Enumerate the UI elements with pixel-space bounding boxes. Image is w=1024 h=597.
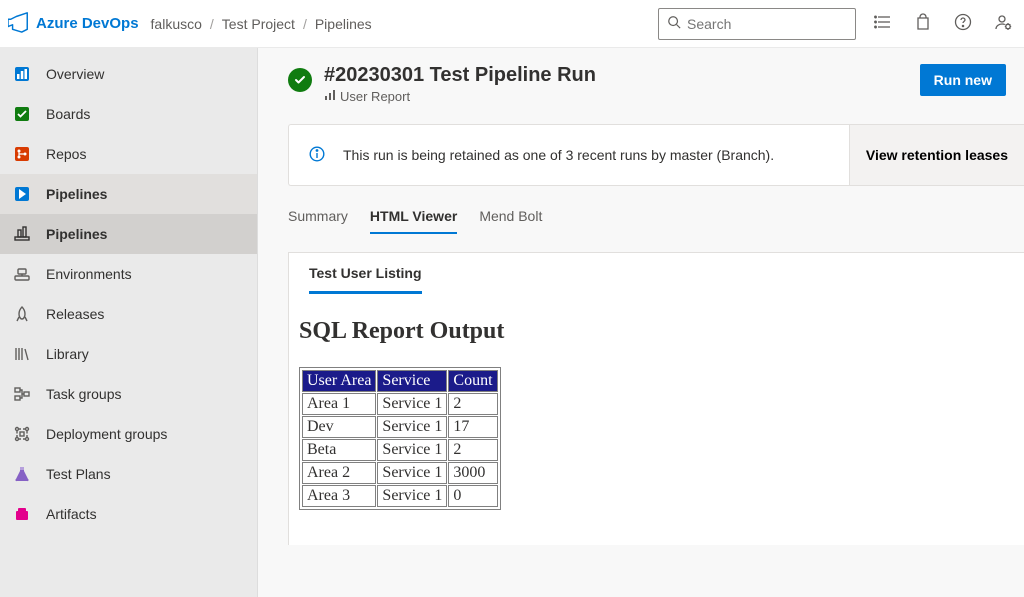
sidebar-item-label: Pipelines <box>46 226 107 242</box>
sql-report-table: User Area Service Count Area 1 Service 1… <box>299 367 501 510</box>
task-groups-icon <box>12 384 32 404</box>
sidebar-item-pipelines-sub[interactable]: Pipelines <box>0 214 257 254</box>
content-area: #20230301 Test Pipeline Run User Report … <box>258 48 1024 597</box>
sidebar-item-library[interactable]: Library <box>0 334 257 374</box>
tab-html-viewer[interactable]: HTML Viewer <box>370 208 457 234</box>
artifacts-icon <box>12 504 32 524</box>
help-icon[interactable] <box>954 13 972 34</box>
sidebar-item-environments[interactable]: Environments <box>0 254 257 294</box>
status-success-icon <box>288 68 312 92</box>
info-text: This run is being retained as one of 3 r… <box>343 147 849 163</box>
sidebar-item-task-groups[interactable]: Task groups <box>0 374 257 414</box>
view-retention-leases-button[interactable]: View retention leases <box>849 125 1024 185</box>
report-title: SQL Report Output <box>299 318 1014 345</box>
sidebar-item-artifacts[interactable]: Artifacts <box>0 494 257 534</box>
top-bar: Azure DevOps falkusco / Test Project / P… <box>0 0 1024 48</box>
sidebar-item-label: Environments <box>46 266 132 282</box>
table-row: Area 3 Service 1 0 <box>302 485 498 507</box>
info-icon <box>309 146 325 165</box>
test-plans-icon <box>12 464 32 484</box>
search-input[interactable] <box>687 16 847 32</box>
releases-icon <box>12 304 32 324</box>
tab-summary[interactable]: Summary <box>288 208 348 234</box>
breadcrumb-sep-icon: / <box>210 16 214 32</box>
sidebar-item-label: Pipelines <box>46 186 107 202</box>
run-new-button[interactable]: Run new <box>920 64 1006 96</box>
tab-mend-bolt[interactable]: Mend Bolt <box>479 208 542 234</box>
report-icon <box>324 89 336 104</box>
run-subtitle: User Report <box>324 89 596 104</box>
sidebar-item-releases[interactable]: Releases <box>0 294 257 334</box>
azure-devops-logo-icon[interactable] <box>8 11 30 36</box>
sidebar: Overview Boards Repos Pipelines Pipeline… <box>0 48 258 597</box>
page-title: #20230301 Test Pipeline Run <box>324 64 596 87</box>
sidebar-item-deployment-groups[interactable]: Deployment groups <box>0 414 257 454</box>
search-icon <box>667 15 681 32</box>
subtab-test-user-listing[interactable]: Test User Listing <box>309 265 422 294</box>
breadcrumb-project[interactable]: Test Project <box>222 16 295 32</box>
sidebar-item-label: Artifacts <box>46 506 97 522</box>
breadcrumb: falkusco / Test Project / Pipelines <box>151 16 372 32</box>
environments-icon <box>12 264 32 284</box>
breadcrumb-section[interactable]: Pipelines <box>315 16 372 32</box>
table-row: Beta Service 1 2 <box>302 439 498 461</box>
sidebar-item-label: Test Plans <box>46 466 111 482</box>
sidebar-item-label: Library <box>46 346 89 362</box>
sidebar-item-repos[interactable]: Repos <box>0 134 257 174</box>
sidebar-item-label: Deployment groups <box>46 426 167 442</box>
user-settings-icon[interactable] <box>994 13 1012 34</box>
brand-label[interactable]: Azure DevOps <box>36 15 139 32</box>
top-icons <box>874 13 1012 34</box>
list-icon[interactable] <box>874 13 892 34</box>
search-input-wrap[interactable] <box>658 8 856 40</box>
sidebar-item-label: Repos <box>46 146 86 162</box>
retention-info-banner: This run is being retained as one of 3 r… <box>288 124 1024 186</box>
table-header: Count <box>448 370 497 392</box>
table-row: Area 1 Service 1 2 <box>302 393 498 415</box>
library-icon <box>12 344 32 364</box>
pipelines-sub-icon <box>12 224 32 244</box>
sidebar-item-overview[interactable]: Overview <box>0 54 257 94</box>
table-row: Area 2 Service 1 3000 <box>302 462 498 484</box>
run-header: #20230301 Test Pipeline Run User Report … <box>288 64 1024 104</box>
sidebar-item-label: Task groups <box>46 386 121 402</box>
repos-icon <box>12 144 32 164</box>
sidebar-item-label: Boards <box>46 106 90 122</box>
breadcrumb-org[interactable]: falkusco <box>151 16 202 32</box>
sidebar-item-test-plans[interactable]: Test Plans <box>0 454 257 494</box>
breadcrumb-sep-icon: / <box>303 16 307 32</box>
deployment-groups-icon <box>12 424 32 444</box>
sidebar-item-label: Releases <box>46 306 104 322</box>
sidebar-item-boards[interactable]: Boards <box>0 94 257 134</box>
pipelines-icon <box>12 184 32 204</box>
table-header: Service <box>377 370 447 392</box>
panel: Test User Listing SQL Report Output User… <box>288 252 1024 545</box>
tabs: Summary HTML Viewer Mend Bolt <box>288 208 1024 234</box>
sidebar-item-pipelines[interactable]: Pipelines <box>0 174 257 214</box>
shopping-bag-icon[interactable] <box>914 13 932 34</box>
overview-icon <box>12 64 32 84</box>
table-header: User Area <box>302 370 376 392</box>
table-row: Dev Service 1 17 <box>302 416 498 438</box>
report-area: SQL Report Output User Area Service Coun… <box>289 294 1024 545</box>
sidebar-item-label: Overview <box>46 66 104 82</box>
boards-icon <box>12 104 32 124</box>
